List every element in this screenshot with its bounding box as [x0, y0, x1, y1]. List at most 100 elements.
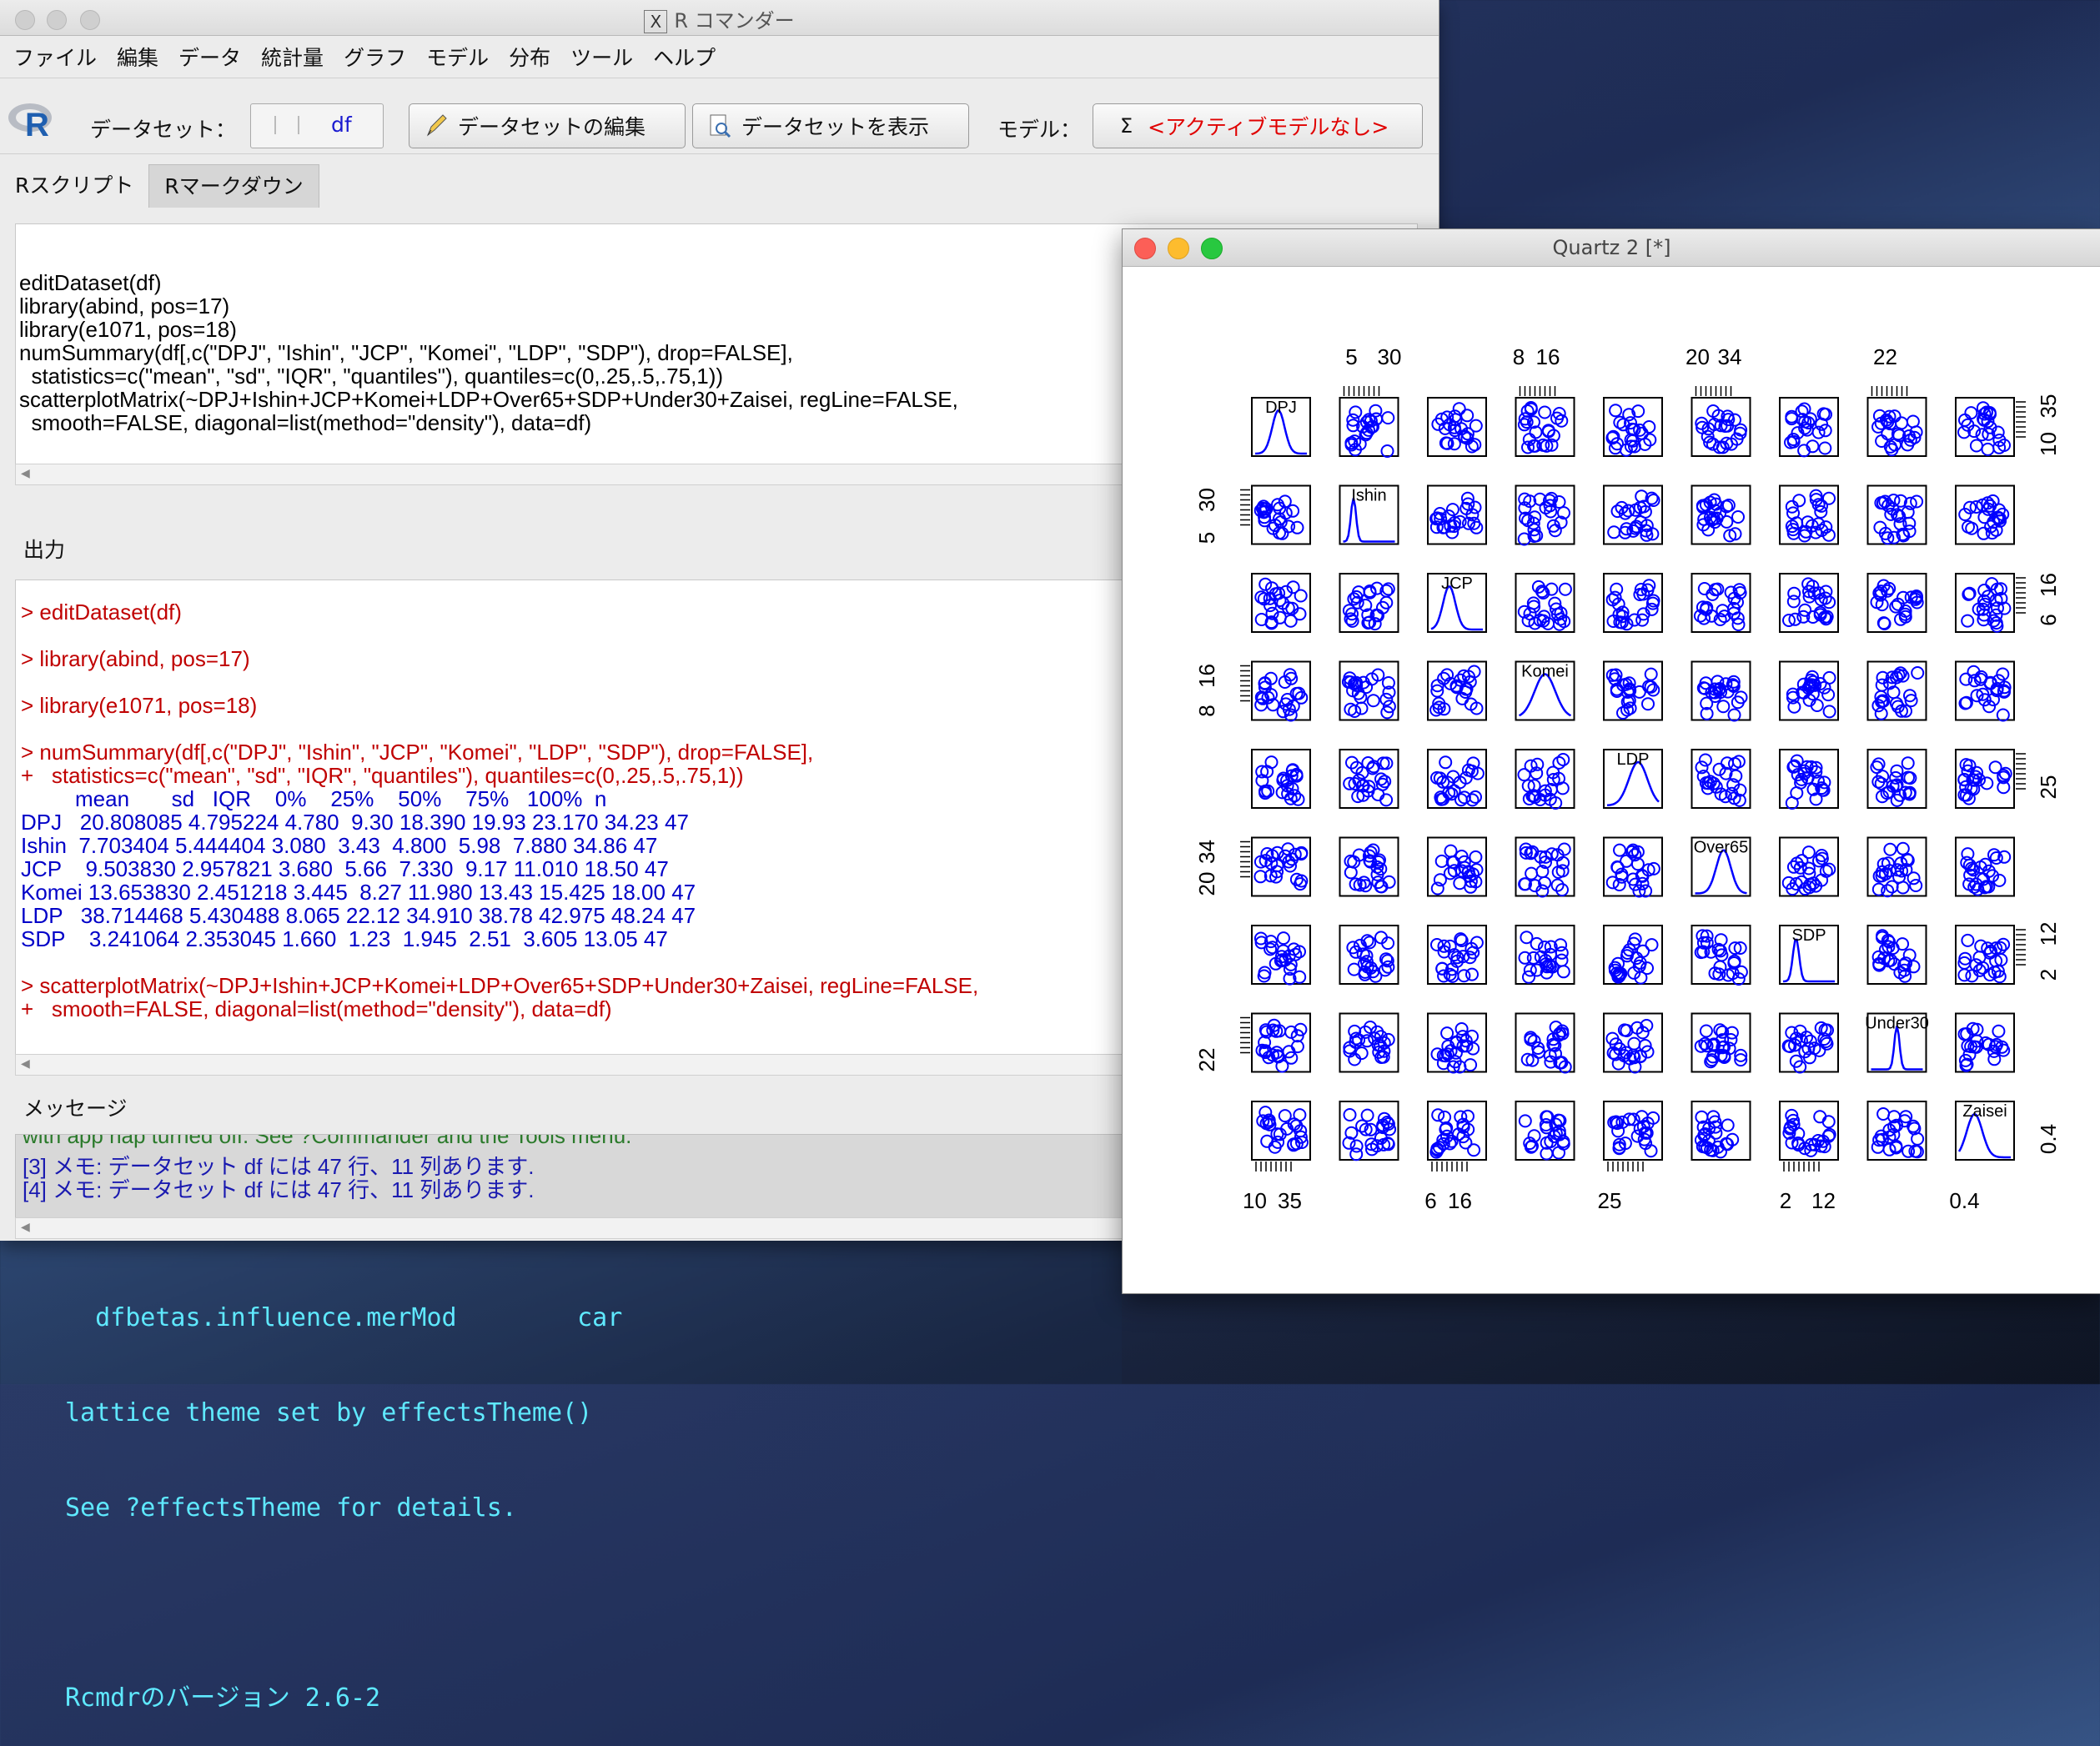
data-point [1792, 494, 1806, 508]
data-point [1290, 1040, 1304, 1054]
axis-tick-label: 0.4 [2036, 1124, 2061, 1154]
scatter-panel [1515, 484, 1575, 546]
menu-data[interactable]: データ [178, 42, 241, 72]
menu-file[interactable]: ファイル [13, 42, 97, 72]
scatter-panel [1251, 660, 1311, 722]
scatter-panel [1339, 397, 1399, 458]
data-point [1902, 516, 1917, 530]
terminal-line: See ?effectsTheme for details. [65, 1493, 517, 1523]
data-point [1349, 1147, 1364, 1161]
tab-r-script[interactable]: Rスクリプト [0, 164, 149, 208]
data-point [1518, 1114, 1532, 1128]
axis-tick-label: 16 [2036, 573, 2061, 597]
scatter-panel [1779, 397, 1839, 458]
window-title: X R コマンダー [0, 4, 1439, 33]
scatter-panel [1955, 749, 2015, 809]
menu-graphs[interactable]: グラフ [344, 42, 406, 72]
axis-tick-label: 5 [1345, 344, 1357, 369]
message-line: [3] メモ: データセット df には 47 行、11 列あります. [23, 1154, 535, 1179]
data-point [1961, 933, 1975, 947]
scatter-panel [1955, 660, 2015, 722]
scatter-panel [1603, 1101, 1663, 1161]
data-point [1468, 500, 1482, 514]
menu-tools[interactable]: ツール [570, 42, 633, 72]
scatter-panel [1427, 660, 1487, 721]
title-bar[interactable]: X R コマンダー [0, 0, 1439, 36]
scroll-left-icon[interactable]: ◀ [21, 467, 30, 480]
menu-statistics[interactable]: 統計量 [261, 42, 324, 72]
data-point [1558, 582, 1572, 596]
quartz-title-bar[interactable]: Quartz 2 [*] [1123, 229, 2100, 267]
dataset-label: データセット： [90, 118, 237, 142]
data-point [1911, 666, 1925, 680]
axis-tick-label: 25 [1598, 1188, 1622, 1213]
sigma-icon: Σ [1120, 114, 1133, 138]
scroll-left-icon[interactable]: ◀ [21, 1221, 30, 1234]
model-value: <アクティブモデルなし> [1148, 115, 1389, 139]
menu-help[interactable]: ヘルプ [653, 42, 716, 72]
axis-tick-label: 12 [1811, 1188, 1836, 1213]
data-point [1699, 1024, 1713, 1038]
table-icon [274, 116, 299, 134]
tab-r-markdown[interactable]: Rマークダウン [148, 164, 319, 208]
terminal-line: Rcmdrのバージョン 2.6-2 [65, 1683, 381, 1713]
density-panel: Ishin [1339, 484, 1399, 545]
output-command: > scatterplotMatrix(~DPJ+Ishin+JCP+Komei… [21, 973, 979, 998]
axis-tick-label: 6 [2036, 614, 2061, 625]
data-point [1349, 405, 1363, 419]
scatter-panel [1955, 573, 2015, 633]
data-point [1538, 405, 1552, 419]
data-point [1430, 938, 1444, 951]
scatter-panel [1866, 660, 1927, 721]
menu-edit[interactable]: 編集 [117, 42, 158, 72]
data-point [1907, 871, 1921, 886]
data-point [1992, 1024, 2006, 1038]
data-point [1379, 793, 1394, 807]
axis-tick-label: 20 [1686, 344, 1710, 369]
terminal-line: dfbetas.influence.merMod car [65, 1303, 623, 1332]
data-point [1465, 967, 1479, 981]
menu-distributions[interactable]: 分布 [509, 42, 550, 72]
data-point [1997, 937, 2011, 951]
data-point [1613, 843, 1626, 857]
model-selector[interactable]: Σ <アクティブモデルなし> [1093, 103, 1423, 148]
scatter-panel [1691, 1012, 1751, 1073]
data-point [1464, 1058, 1478, 1072]
menu-models[interactable]: モデル [426, 42, 489, 72]
data-point [1813, 1110, 1827, 1124]
axis-tick-label: 35 [2036, 394, 2061, 419]
data-point [1645, 938, 1659, 952]
axis-tick-label: 10 [1243, 1188, 1267, 1213]
axis-tick-label: 6 [1424, 1188, 1436, 1213]
scroll-left-icon[interactable]: ◀ [21, 1057, 30, 1071]
axis-tick-label: 8 [1194, 705, 1219, 716]
scatter-panel [1427, 925, 1487, 985]
scatter-panel [1603, 484, 1663, 545]
scatter-panel [1866, 836, 1927, 898]
data-point [1721, 1118, 1735, 1132]
scatter-panel [1779, 660, 1839, 721]
scatter-panel [1691, 1101, 1751, 1161]
axis-tick-label: 30 [1378, 344, 1402, 369]
scatter-panel [1866, 484, 1927, 545]
axis-tick-label: 22 [1873, 344, 1897, 369]
density-curve [1254, 409, 1307, 455]
data-point [1555, 946, 1569, 960]
data-point [1821, 688, 1836, 702]
data-point [1969, 439, 1983, 453]
data-point [1444, 844, 1458, 858]
scatter-panel [1515, 397, 1575, 457]
axis-tick-label: 8 [1513, 344, 1525, 369]
dataset-value: df [331, 113, 352, 137]
view-dataset-button[interactable]: データセットを表示 [692, 103, 969, 148]
data-point [1469, 419, 1483, 433]
data-point [1874, 706, 1888, 720]
data-point [1818, 441, 1832, 455]
axis-tick-label: 2 [1780, 1188, 1791, 1213]
data-point [1889, 600, 1903, 614]
diagonal-label: Over65 [1694, 839, 1749, 857]
edit-dataset-button[interactable]: データセットの編集 [409, 103, 686, 148]
dataset-selector[interactable]: df [250, 103, 384, 148]
message-line: [4] メモ: データセット df には 47 行、11 列あります. [23, 1177, 535, 1202]
